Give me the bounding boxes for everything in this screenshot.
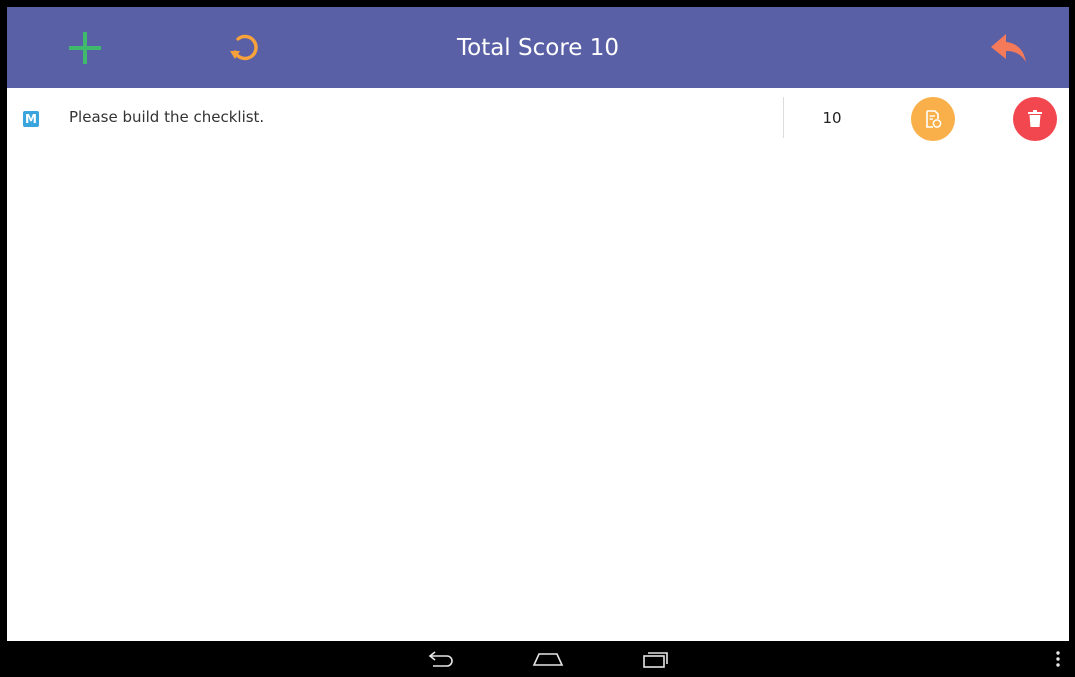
add-button[interactable]	[45, 7, 125, 88]
nav-home-button[interactable]	[518, 641, 578, 677]
back-nav-icon	[428, 651, 453, 667]
mode-badge: M	[23, 111, 39, 127]
delete-button[interactable]	[1013, 97, 1057, 141]
home-nav-icon	[532, 653, 564, 666]
system-nav-bar	[0, 641, 1075, 677]
overflow-menu-icon	[1055, 651, 1060, 667]
reply-arrow-icon	[991, 33, 1026, 62]
recent-apps-icon	[643, 652, 668, 668]
title-container: Total Score 10	[7, 7, 1069, 88]
document-edit-icon	[926, 110, 942, 128]
list-item[interactable]: M Please build the checklist. 10	[7, 88, 1069, 150]
nav-menu-button[interactable]	[1040, 641, 1075, 677]
nav-recent-button[interactable]	[625, 641, 685, 677]
divider	[783, 97, 784, 138]
plus-icon	[69, 31, 101, 64]
item-text: Please build the checklist.	[69, 108, 265, 126]
trash-icon	[1028, 110, 1042, 127]
edit-button[interactable]	[911, 97, 955, 141]
back-button[interactable]	[968, 7, 1048, 88]
nav-back-button[interactable]	[410, 641, 470, 677]
page-title: Total Score 10	[456, 34, 620, 61]
refresh-icon	[230, 34, 258, 60]
refresh-button[interactable]	[204, 7, 284, 88]
top-bar: Total Score 10	[7, 7, 1069, 88]
item-score: 10	[822, 109, 842, 127]
